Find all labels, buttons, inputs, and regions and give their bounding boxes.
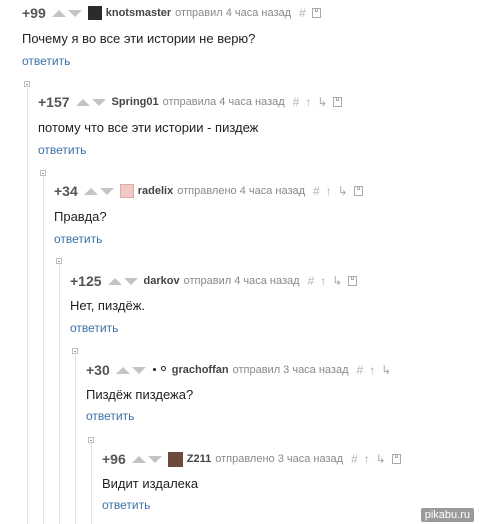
- downvote-icon[interactable]: [123, 277, 138, 285]
- comment-author[interactable]: Spring01: [112, 96, 159, 108]
- hash-icon[interactable]: #: [351, 452, 358, 466]
- comment-time: отправил 3 часа назад: [232, 364, 349, 376]
- reply-link[interactable]: ответить: [22, 54, 70, 68]
- collapse-toggle[interactable]: [56, 258, 62, 264]
- downvote-icon[interactable]: [91, 98, 106, 106]
- upvote-icon[interactable]: [83, 187, 98, 195]
- downvote-icon[interactable]: [147, 455, 162, 463]
- comment-time: отправил 4 часа назад: [183, 275, 300, 287]
- comment-text: потому что все эти истории - пиздеж: [38, 120, 259, 135]
- comment-header: +30 grachoffan отправил 3 часа назад # ↑…: [86, 360, 391, 380]
- reply-link[interactable]: ответить: [86, 409, 134, 423]
- avatar[interactable]: [167, 451, 183, 467]
- downvote-icon[interactable]: [67, 9, 82, 17]
- thread-line: [27, 88, 28, 524]
- up-arrow-icon[interactable]: ↑: [305, 95, 311, 109]
- comment-text: Почему я во все эти истории не верю?: [22, 31, 256, 46]
- comment-text: Нет, пиздёж.: [70, 298, 146, 313]
- up-arrow-icon[interactable]: ↑: [320, 274, 326, 288]
- tree-icon[interactable]: ↳: [376, 452, 386, 466]
- comment-text: Пиздёж пиздежа?: [86, 387, 194, 402]
- comment-time: отправил 4 часа назад: [175, 7, 292, 19]
- comment-header: +99 knotsmaster отправил 4 часа назад #: [22, 3, 321, 23]
- save-icon[interactable]: [391, 454, 401, 464]
- thread-line: [91, 443, 92, 524]
- comment-header: +96 Z211 отправлено 3 часа назад # ↑ ↳: [102, 449, 401, 469]
- comment-score: +34: [54, 183, 78, 199]
- downvote-icon[interactable]: [131, 366, 146, 374]
- upvote-icon[interactable]: [51, 9, 66, 17]
- thread-line: [43, 176, 44, 524]
- comment-text: Видит издалека: [102, 476, 199, 491]
- collapse-toggle[interactable]: [40, 170, 46, 176]
- hash-icon[interactable]: #: [293, 95, 300, 109]
- up-arrow-icon[interactable]: ↑: [369, 363, 375, 377]
- reply-link[interactable]: ответить: [54, 232, 102, 246]
- comment-score: +30: [86, 362, 110, 378]
- save-icon[interactable]: [311, 8, 321, 18]
- comment-author[interactable]: Z211: [187, 453, 211, 465]
- reply-link[interactable]: ответить: [38, 143, 86, 157]
- reply-link[interactable]: ответить: [102, 498, 150, 512]
- hash-icon[interactable]: #: [308, 274, 315, 288]
- upvote-icon[interactable]: [107, 277, 122, 285]
- comment-author[interactable]: knotsmaster: [106, 7, 171, 19]
- upvote-icon[interactable]: [115, 366, 130, 374]
- up-arrow-icon[interactable]: ↑: [364, 452, 370, 466]
- comment-author[interactable]: radelix: [138, 185, 173, 197]
- comment-header: +157 Spring01 отправила 4 часа назад # ↑…: [38, 92, 343, 112]
- comment-author[interactable]: grachoffan: [172, 364, 229, 376]
- tree-icon[interactable]: ↳: [381, 363, 391, 377]
- comment-score: +96: [102, 451, 126, 467]
- hash-icon[interactable]: #: [313, 184, 320, 198]
- avatar[interactable]: [119, 184, 134, 198]
- comment-time: отправлено 3 часа назад: [215, 453, 344, 465]
- up-arrow-icon[interactable]: ↑: [326, 184, 332, 198]
- comment-score: +157: [38, 94, 70, 110]
- collapse-toggle[interactable]: [72, 348, 78, 354]
- downvote-icon[interactable]: [99, 187, 114, 195]
- comment-score: +99: [22, 5, 46, 21]
- collapse-toggle[interactable]: [88, 437, 94, 443]
- upvote-icon[interactable]: [75, 98, 90, 106]
- thread-line: [75, 355, 76, 524]
- hash-icon[interactable]: #: [299, 6, 306, 20]
- save-icon[interactable]: [353, 186, 363, 196]
- upvote-icon[interactable]: [131, 455, 146, 463]
- comment-time: отправила 4 часа назад: [162, 96, 285, 108]
- tree-icon[interactable]: ↳: [317, 95, 327, 109]
- watermark: pikabu.ru: [420, 508, 474, 522]
- collapse-toggle[interactable]: [24, 81, 30, 87]
- comment-time: отправлено 4 часа назад: [177, 185, 306, 197]
- comment-header: +34 radelix отправлено 4 часа назад # ↑ …: [54, 181, 363, 201]
- reply-link[interactable]: ответить: [70, 321, 118, 335]
- save-icon[interactable]: [333, 97, 343, 107]
- avatar[interactable]: [87, 6, 102, 20]
- comment-header: +125 darkov отправил 4 часа назад # ↑ ↳: [70, 271, 358, 291]
- save-icon[interactable]: [348, 276, 358, 286]
- comment-score: +125: [70, 273, 102, 289]
- hash-icon[interactable]: #: [357, 363, 364, 377]
- avatar[interactable]: [151, 363, 168, 377]
- thread-line: [59, 265, 60, 524]
- comment-author[interactable]: darkov: [144, 275, 180, 287]
- tree-icon[interactable]: ↳: [338, 184, 348, 198]
- comment-text: Правда?: [54, 209, 107, 224]
- tree-icon[interactable]: ↳: [332, 274, 342, 288]
